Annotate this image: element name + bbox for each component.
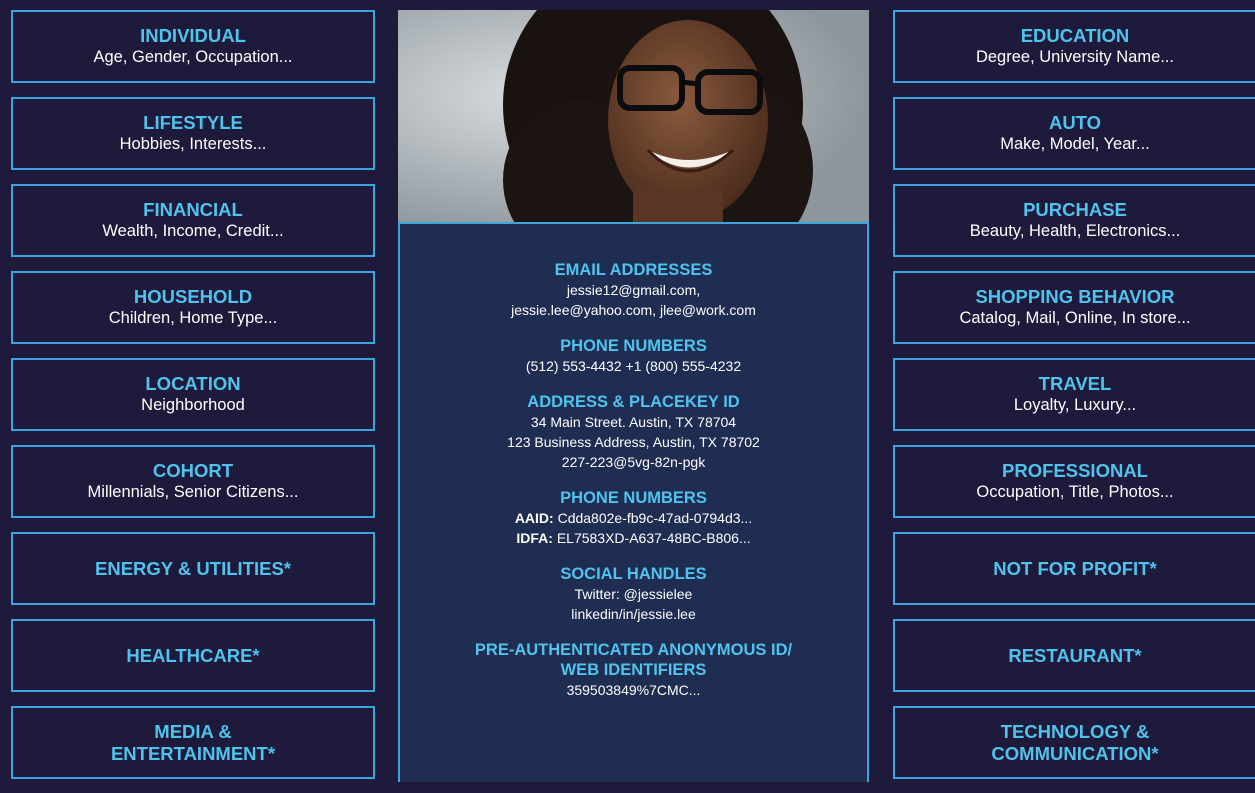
category-cohort[interactable]: COHORT Millennials, Senior Citizens... — [11, 445, 375, 518]
category-education[interactable]: EDUCATION Degree, University Name... — [893, 10, 1255, 83]
address-line: 123 Business Address, Austin, TX 78702 — [507, 434, 760, 450]
address-section: ADDRESS & PLACEKEY ID 34 Main Street. Au… — [400, 392, 867, 472]
idfa-value: EL7583XD-A637-48BC-B806... — [552, 530, 751, 546]
anonymous-id-section: PRE-AUTHENTICATED ANONYMOUS ID/ WEB IDEN… — [400, 640, 867, 700]
category-title: ENERGY & UTILITIES* — [95, 557, 291, 579]
category-subtitle: Occupation, Title, Photos... — [976, 483, 1174, 501]
category-title: LIFESTYLE — [143, 112, 243, 133]
social-line: Twitter: @jessielee — [574, 586, 693, 602]
category-subtitle: Millennials, Senior Citizens... — [87, 483, 299, 501]
placekey-line: 227-223@5vg-82n-pgk — [561, 454, 706, 470]
category-title: PROFESSIONAL — [1002, 460, 1148, 481]
profile-photo — [398, 10, 869, 222]
category-title: MEDIA & — [154, 720, 232, 742]
category-subtitle: Neighborhood — [141, 396, 245, 414]
social-line: linkedin/in/jessie.lee — [571, 606, 696, 622]
category-title: PURCHASE — [1023, 199, 1127, 220]
section-heading: PHONE NUMBERS — [560, 337, 707, 355]
category-lifestyle[interactable]: LIFESTYLE Hobbies, Interests... — [11, 97, 375, 170]
section-heading: PRE-AUTHENTICATED ANONYMOUS ID/ — [474, 641, 793, 659]
aaid-label: AAID: — [514, 510, 554, 526]
address-line: 34 Main Street. Austin, TX 78704 — [530, 414, 737, 430]
category-title: HOUSEHOLD — [133, 286, 253, 307]
category-title: AUTO — [1048, 112, 1102, 133]
category-title: HEALTHCARE* — [126, 644, 260, 666]
section-heading: PHONE NUMBERS — [560, 489, 707, 507]
category-technology-communication[interactable]: TECHNOLOGY & COMMUNICATION* — [893, 706, 1255, 779]
category-title: RESTAURANT* — [1008, 644, 1142, 666]
category-title: INDIVIDUAL — [140, 25, 246, 46]
aaid-line: AAID: Cdda802e-fb9c-47ad-0794d3... — [400, 508, 867, 528]
category-title: EDUCATION — [1020, 25, 1130, 46]
category-title: FINANCIAL — [143, 199, 243, 220]
category-title-line2: ENTERTAINMENT* — [110, 742, 276, 764]
category-media-entertainment[interactable]: MEDIA & ENTERTAINMENT* — [11, 706, 375, 779]
category-subtitle: Wealth, Income, Credit... — [102, 222, 284, 240]
category-professional[interactable]: PROFESSIONAL Occupation, Title, Photos..… — [893, 445, 1255, 518]
category-location[interactable]: LOCATION Neighborhood — [11, 358, 375, 431]
category-title: SHOPPING BEHAVIOR — [975, 286, 1175, 307]
category-subtitle: Children, Home Type... — [108, 309, 278, 327]
category-subtitle: Catalog, Mail, Online, In store... — [959, 309, 1191, 327]
social-section: SOCIAL HANDLES Twitter: @jessielee linke… — [400, 564, 867, 624]
category-household[interactable]: HOUSEHOLD Children, Home Type... — [11, 271, 375, 344]
category-title: COHORT — [152, 460, 234, 481]
category-restaurant[interactable]: RESTAURANT* — [893, 619, 1255, 692]
email-section: EMAIL ADDRESSES jessie12@gmail.com, jess… — [400, 260, 867, 320]
email-line: jessie12@gmail.com, — [566, 282, 701, 298]
idfa-line: IDFA: EL7583XD-A637-48BC-B806... — [400, 528, 867, 548]
section-heading: ADDRESS & PLACEKEY ID — [527, 393, 740, 411]
aaid-value: Cdda802e-fb9c-47ad-0794d3... — [553, 510, 753, 526]
category-subtitle: Age, Gender, Occupation... — [93, 48, 293, 66]
category-title: LOCATION — [145, 373, 241, 394]
category-purchase[interactable]: PURCHASE Beauty, Health, Electronics... — [893, 184, 1255, 257]
phone-line: (512) 553-4432 +1 (800) 555-4232 — [525, 358, 742, 374]
category-title: TECHNOLOGY & — [1000, 720, 1150, 742]
section-heading: EMAIL ADDRESSES — [554, 261, 713, 279]
category-subtitle: Degree, University Name... — [975, 48, 1175, 66]
category-subtitle: Make, Model, Year... — [1000, 135, 1150, 153]
category-individual[interactable]: INDIVIDUAL Age, Gender, Occupation... — [11, 10, 375, 83]
category-title-line2: COMMUNICATION* — [991, 742, 1159, 764]
category-shopping-behavior[interactable]: SHOPPING BEHAVIOR Catalog, Mail, Online,… — [893, 271, 1255, 344]
category-subtitle: Beauty, Health, Electronics... — [969, 222, 1181, 240]
woman-portrait-image — [398, 10, 869, 222]
device-id-section: PHONE NUMBERS AAID: Cdda802e-fb9c-47ad-0… — [400, 488, 867, 548]
category-not-for-profit[interactable]: NOT FOR PROFIT* — [893, 532, 1255, 605]
section-heading-line2: WEB IDENTIFIERS — [560, 661, 707, 679]
category-subtitle: Loyalty, Luxury... — [1013, 396, 1137, 414]
category-title: NOT FOR PROFIT* — [993, 557, 1157, 579]
category-energy-utilities[interactable]: ENERGY & UTILITIES* — [11, 532, 375, 605]
category-auto[interactable]: AUTO Make, Model, Year... — [893, 97, 1255, 170]
email-line: jessie.lee@yahoo.com, jlee@work.com — [511, 302, 756, 318]
web-identifier-line: 359503849%7CMC... — [566, 682, 701, 698]
section-heading: SOCIAL HANDLES — [560, 565, 707, 583]
category-financial[interactable]: FINANCIAL Wealth, Income, Credit... — [11, 184, 375, 257]
category-healthcare[interactable]: HEALTHCARE* — [11, 619, 375, 692]
category-title: TRAVEL — [1038, 373, 1112, 394]
phone-section: PHONE NUMBERS (512) 553-4432 +1 (800) 55… — [400, 336, 867, 376]
left-category-column: INDIVIDUAL Age, Gender, Occupation... LI… — [11, 10, 375, 793]
category-subtitle: Hobbies, Interests... — [119, 135, 267, 153]
idfa-label: IDFA: — [516, 530, 553, 546]
right-category-column: EDUCATION Degree, University Name... AUT… — [893, 10, 1255, 793]
identity-panel: EMAIL ADDRESSES jessie12@gmail.com, jess… — [398, 222, 869, 782]
category-travel[interactable]: TRAVEL Loyalty, Luxury... — [893, 358, 1255, 431]
